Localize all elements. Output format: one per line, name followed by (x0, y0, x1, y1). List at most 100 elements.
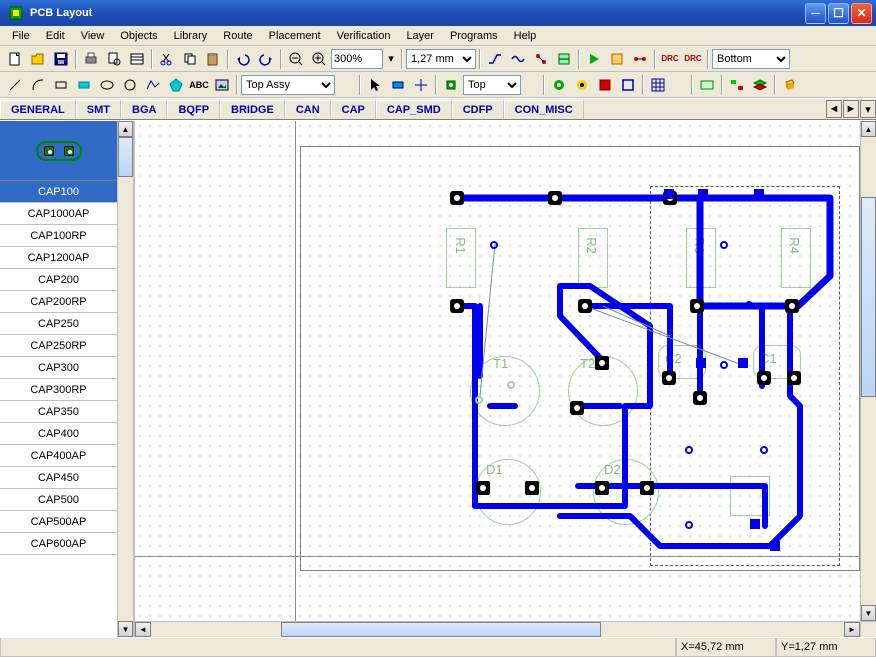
circle-icon[interactable] (119, 74, 141, 96)
mounting-icon[interactable] (571, 74, 593, 96)
component-icon[interactable] (387, 74, 409, 96)
list-item[interactable]: CAP500AP (0, 511, 117, 533)
scroll-track[interactable] (861, 137, 876, 605)
list-item[interactable]: CAP450 (0, 467, 117, 489)
tab-menu-icon[interactable]: ▾ (860, 100, 876, 118)
drc-icon[interactable]: DRC (659, 48, 681, 70)
rect-icon[interactable] (50, 74, 72, 96)
sidebar-scrollbar[interactable]: ▲ ▼ (117, 121, 133, 637)
rect-fill-icon[interactable] (73, 74, 95, 96)
cursor-icon[interactable] (364, 74, 386, 96)
list-item[interactable]: CAP100 (0, 181, 117, 203)
polyline-icon[interactable] (142, 74, 164, 96)
paste-icon[interactable] (202, 48, 224, 70)
copper-pour-icon[interactable] (594, 74, 616, 96)
list-item[interactable]: CAP1000AP (0, 203, 117, 225)
schematic-link-icon[interactable] (696, 74, 718, 96)
menu-view[interactable]: View (73, 28, 113, 44)
selection-handle[interactable] (770, 541, 780, 551)
cut-icon[interactable] (156, 48, 178, 70)
undo-icon[interactable] (232, 48, 254, 70)
list-item[interactable]: CAP600AP (0, 533, 117, 555)
grid-icon[interactable] (647, 74, 669, 96)
save-file-icon[interactable] (50, 48, 72, 70)
list-item[interactable]: CAP300RP (0, 379, 117, 401)
selection-handle[interactable] (738, 358, 748, 368)
menu-route[interactable]: Route (215, 28, 260, 44)
zoom-dropdown-icon[interactable]: ▾ (384, 48, 398, 70)
tab-scroll-right-icon[interactable]: ► (843, 100, 859, 118)
list-item[interactable]: CAP1200AP (0, 247, 117, 269)
list-item[interactable]: CAP250RP (0, 335, 117, 357)
redo-icon[interactable] (255, 48, 277, 70)
scroll-track[interactable] (151, 622, 844, 637)
layers-icon[interactable] (749, 74, 771, 96)
new-file-icon[interactable] (4, 48, 26, 70)
active-layer-select[interactable]: Top (463, 75, 521, 95)
ellipse-icon[interactable] (96, 74, 118, 96)
arc-icon[interactable] (27, 74, 49, 96)
list-item[interactable]: CAP200 (0, 269, 117, 291)
layer-select[interactable]: Bottom (712, 49, 790, 69)
list-item[interactable]: CAP300 (0, 357, 117, 379)
print-icon[interactable] (80, 48, 102, 70)
menu-file[interactable]: File (4, 28, 38, 44)
canvas-scrollbar-vertical[interactable]: ▲ ▼ (860, 121, 876, 621)
tab-bqfp[interactable]: BQFP (167, 100, 220, 119)
drc-check-icon[interactable]: DRC (682, 48, 704, 70)
display-layer-select[interactable]: Top Assy (241, 75, 335, 95)
print-preview-icon[interactable] (103, 48, 125, 70)
3d-preview-icon[interactable] (779, 74, 801, 96)
tab-can[interactable]: CAN (285, 100, 331, 119)
scroll-left-icon[interactable]: ◄ (135, 622, 151, 637)
selection-handle[interactable] (664, 189, 674, 199)
list-item[interactable]: CAP500 (0, 489, 117, 511)
renumber-icon[interactable] (726, 74, 748, 96)
route-settings-icon[interactable] (606, 48, 628, 70)
tab-cap[interactable]: CAP (331, 100, 376, 119)
pcb-canvas[interactable]: R1 R2 R3 R4 T1 T2 C2 C1 D1 D2 (135, 121, 860, 621)
zoom-in-icon[interactable] (308, 48, 330, 70)
scroll-thumb[interactable] (281, 622, 601, 637)
close-button[interactable]: ✕ (851, 3, 872, 24)
list-item[interactable]: CAP350 (0, 401, 117, 423)
scroll-thumb[interactable] (118, 137, 133, 177)
route-network-icon[interactable] (629, 48, 651, 70)
line-icon[interactable] (4, 74, 26, 96)
autoroute-icon[interactable] (553, 48, 575, 70)
minimize-button[interactable]: ─ (805, 3, 826, 24)
open-file-icon[interactable] (27, 48, 49, 70)
tab-general[interactable]: GENERAL (0, 100, 76, 119)
route-edit-icon[interactable] (507, 48, 529, 70)
tab-bridge[interactable]: BRIDGE (220, 100, 285, 119)
selection-handle[interactable] (698, 189, 708, 199)
list-item[interactable]: CAP250 (0, 313, 117, 335)
menu-verification[interactable]: Verification (329, 28, 399, 44)
menu-library[interactable]: Library (166, 28, 216, 44)
maximize-button[interactable]: ☐ (828, 3, 849, 24)
list-item[interactable]: CAP200RP (0, 291, 117, 313)
selection-handle[interactable] (754, 189, 764, 199)
zoom-out-icon[interactable] (285, 48, 307, 70)
pad-icon[interactable] (440, 74, 462, 96)
selection-handle[interactable] (696, 358, 706, 368)
tab-con-misc[interactable]: CON_MISC (504, 100, 584, 119)
scroll-up-icon[interactable]: ▲ (118, 121, 133, 137)
grid-select[interactable]: 1,27 mm (406, 49, 476, 69)
scroll-down-icon[interactable]: ▼ (118, 621, 133, 637)
run-icon[interactable] (583, 48, 605, 70)
menu-edit[interactable]: Edit (38, 28, 73, 44)
list-item[interactable]: CAP400AP (0, 445, 117, 467)
menu-programs[interactable]: Programs (442, 28, 506, 44)
tab-cap-smd[interactable]: CAP_SMD (376, 100, 452, 119)
scroll-up-icon[interactable]: ▲ (861, 121, 876, 137)
origin-icon[interactable] (410, 74, 432, 96)
image-icon[interactable] (211, 74, 233, 96)
scroll-thumb[interactable] (861, 197, 876, 397)
list-item[interactable]: CAP400 (0, 423, 117, 445)
canvas-scrollbar-horizontal[interactable]: ◄ ► (135, 621, 876, 637)
selection-handle[interactable] (750, 519, 760, 529)
tab-cdfp[interactable]: CDFP (452, 100, 504, 119)
menu-layer[interactable]: Layer (398, 28, 442, 44)
tab-smt[interactable]: SMT (76, 100, 121, 119)
